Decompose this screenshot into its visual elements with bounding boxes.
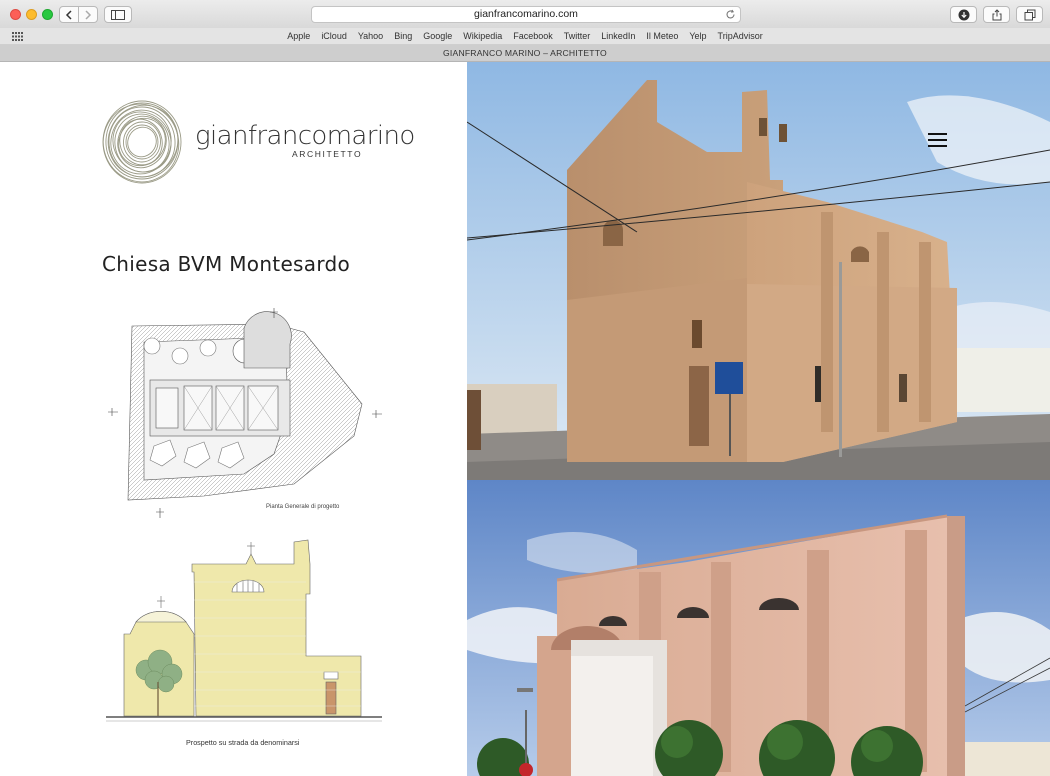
forward-button[interactable] xyxy=(78,6,98,23)
chevron-right-icon xyxy=(85,9,92,20)
browser-toolbar: gianfrancomarino.com xyxy=(0,0,1050,28)
window-zoom-button[interactable] xyxy=(42,9,53,20)
bookmark-tripadvisor[interactable]: TripAdvisor xyxy=(712,28,768,45)
bookmark-il-meteo[interactable]: Il Meteo xyxy=(641,28,684,45)
logo-wordmark: gianfrancomarino xyxy=(195,121,415,151)
reload-icon[interactable] xyxy=(725,9,736,20)
tab-overview-button[interactable] xyxy=(1016,6,1043,23)
download-icon xyxy=(958,9,969,20)
bookmark-wikipedia[interactable]: Wikipedia xyxy=(458,28,508,45)
menu-line-top xyxy=(928,133,947,135)
tab-bar[interactable]: GIANFRANCO MARINO – ARCHITETTO xyxy=(0,45,1050,62)
address-bar[interactable]: gianfrancomarino.com xyxy=(311,6,741,23)
logo-subtitle: ARCHITETTO xyxy=(292,149,363,159)
chevron-left-icon xyxy=(65,9,72,20)
bookmark-icloud[interactable]: iCloud xyxy=(316,28,353,45)
tabs-icon xyxy=(1024,9,1035,20)
elevation-drawing[interactable] xyxy=(106,534,382,728)
bookmark-facebook[interactable]: Facebook xyxy=(508,28,559,45)
tab-title: GIANFRANCO MARINO – ARCHITETTO xyxy=(443,48,607,58)
site-logo[interactable]: gianfrancomarino ARCHITETTO xyxy=(100,98,415,188)
web-page: gianfrancomarino ARCHITETTO Chiesa BVM M… xyxy=(0,62,1050,776)
project-title: Chiesa BVM Montesardo xyxy=(102,252,351,276)
church-photo-side-view[interactable] xyxy=(467,480,1050,776)
url-text: gianfrancomarino.com xyxy=(474,8,578,20)
bookmark-google[interactable]: Google xyxy=(418,28,458,45)
bookmark-apple[interactable]: Apple xyxy=(282,28,316,45)
floor-plan-caption: Pianta Generale di progetto xyxy=(266,504,340,510)
sidebar-toggle-button[interactable] xyxy=(104,6,132,23)
sidebar-icon xyxy=(111,9,125,20)
back-button[interactable] xyxy=(59,6,79,23)
bookmark-yahoo[interactable]: Yahoo xyxy=(352,28,388,45)
downloads-button[interactable] xyxy=(950,6,977,23)
project-info-panel: gianfrancomarino ARCHITETTO Chiesa BVM M… xyxy=(0,62,467,776)
hamburger-menu-icon[interactable] xyxy=(928,132,948,148)
bookmarks-bar: Apple iCloud Yahoo Bing Google Wikipedia… xyxy=(0,28,1050,45)
menu-line-bottom xyxy=(928,145,947,147)
share-icon xyxy=(992,8,1001,20)
church-photo-street-corner[interactable] xyxy=(467,62,1050,480)
share-button[interactable] xyxy=(983,6,1010,23)
elevation-caption: Prospetto su strada da denominarsi xyxy=(186,738,300,747)
window-minimize-button[interactable] xyxy=(26,9,37,20)
window-close-button[interactable] xyxy=(10,9,21,20)
floor-plan-drawing[interactable] xyxy=(104,304,384,519)
bookmark-bing[interactable]: Bing xyxy=(389,28,418,45)
scribble-circle-logo-icon xyxy=(102,100,182,184)
bookmark-twitter[interactable]: Twitter xyxy=(558,28,596,45)
bookmark-yelp[interactable]: Yelp xyxy=(684,28,712,45)
menu-line-middle xyxy=(928,139,947,141)
bookmark-linkedin[interactable]: LinkedIn xyxy=(596,28,641,45)
